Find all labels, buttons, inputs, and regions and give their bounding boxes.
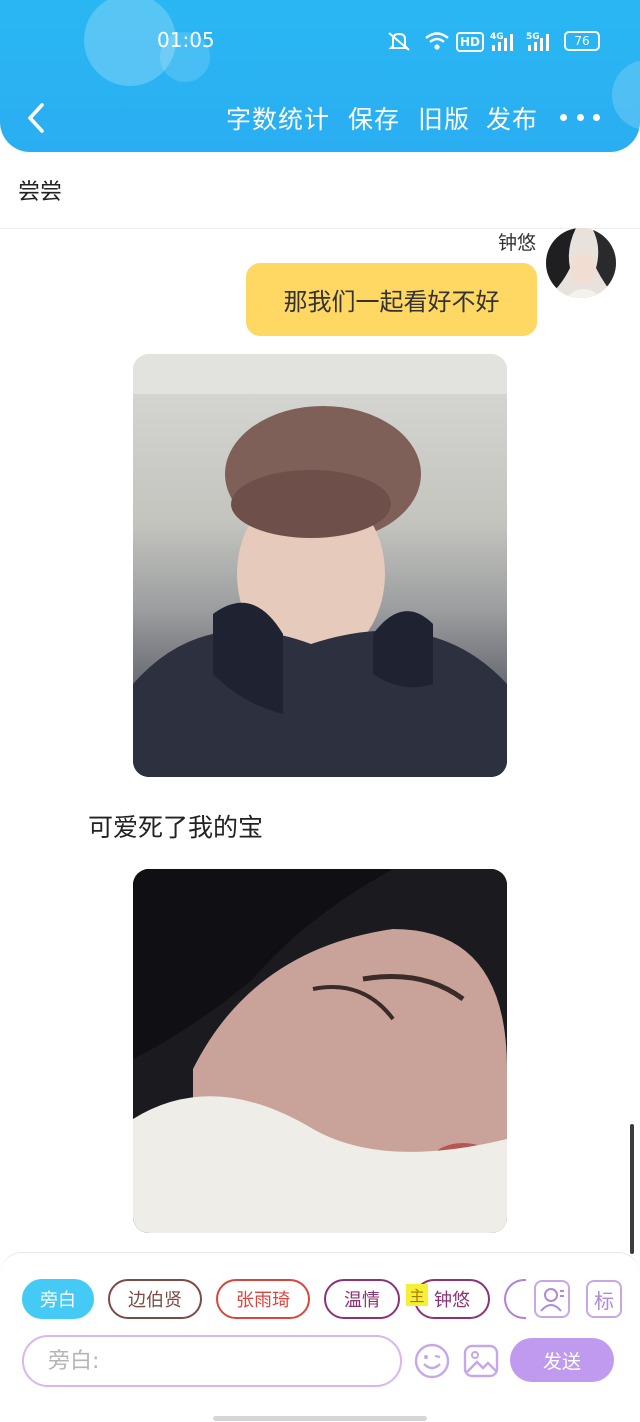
top-header: 01:05 HD 4G 5G 76 字数统计 保存 旧版 发布 bbox=[0, 0, 640, 152]
home-indicator[interactable] bbox=[213, 1416, 427, 1421]
status-bar: 01:05 HD 4G 5G 76 bbox=[0, 24, 640, 60]
nav-bar: 字数统计 保存 旧版 发布 bbox=[0, 92, 640, 148]
mute-bell-icon bbox=[386, 30, 412, 52]
battery-icon: 76 bbox=[564, 31, 600, 51]
story-title[interactable]: 尝尝 bbox=[18, 174, 62, 206]
chat-photo[interactable] bbox=[133, 869, 507, 1233]
speaker-name: 钟悠 bbox=[497, 232, 536, 254]
chat-photo[interactable] bbox=[133, 354, 507, 777]
chat-message-bubble[interactable]: 那我们一起看好不好 bbox=[246, 263, 537, 336]
svg-text:5G: 5G bbox=[526, 32, 540, 42]
clock: 01:05 bbox=[157, 28, 215, 52]
role-chip-wen[interactable]: 温情 bbox=[324, 1279, 400, 1319]
signal-4g: 4G bbox=[490, 30, 520, 52]
old-version-button[interactable]: 旧版 bbox=[418, 100, 470, 136]
hd-badge: HD bbox=[456, 32, 485, 52]
back-button[interactable] bbox=[18, 98, 54, 138]
role-chip-baek[interactable]: 边伯贤 bbox=[108, 1279, 202, 1319]
save-button[interactable]: 保存 bbox=[348, 100, 400, 136]
message-input[interactable] bbox=[22, 1335, 402, 1387]
person-icon[interactable] bbox=[534, 1280, 570, 1318]
more-dots-icon[interactable] bbox=[560, 102, 600, 132]
divider bbox=[0, 228, 640, 229]
publish-button[interactable]: 发布 bbox=[486, 100, 538, 136]
chevron-left-icon bbox=[28, 103, 44, 133]
wifi-icon bbox=[424, 30, 450, 52]
word-count-button[interactable]: 字数统计 bbox=[226, 100, 330, 136]
avatar[interactable] bbox=[546, 228, 616, 298]
main-role-badge: 主 bbox=[406, 1284, 428, 1306]
scrollbar[interactable] bbox=[630, 1124, 634, 1254]
tag-button[interactable]: 标 bbox=[586, 1280, 622, 1318]
signal-5g: 5G bbox=[526, 30, 556, 52]
svg-text:4G: 4G bbox=[490, 32, 504, 42]
role-chip-narration[interactable]: 旁白 bbox=[22, 1279, 94, 1319]
send-button[interactable]: 发送 bbox=[510, 1338, 614, 1382]
smiley-icon[interactable] bbox=[413, 1342, 451, 1380]
role-chip-zhang[interactable]: 张雨琦 bbox=[216, 1279, 310, 1319]
narration-text[interactable]: 可爱死了我的宝 bbox=[88, 808, 263, 844]
image-icon[interactable] bbox=[462, 1342, 500, 1380]
